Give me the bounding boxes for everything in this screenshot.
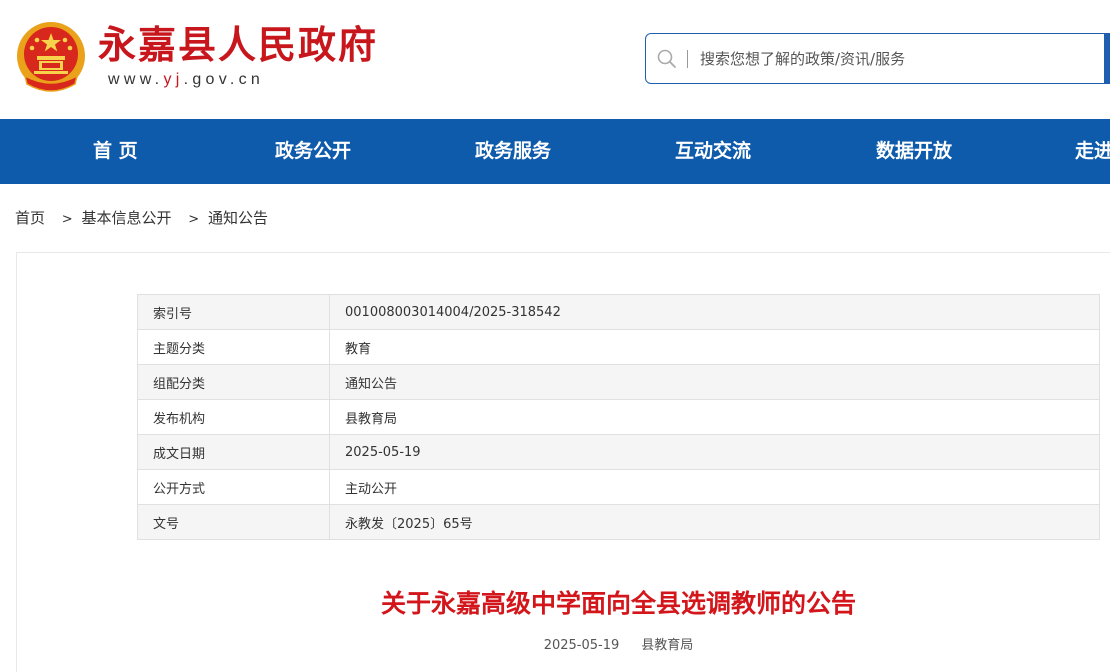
- search-button[interactable]: [1104, 33, 1110, 84]
- meta-value: 永教发〔2025〕65号: [329, 504, 1100, 540]
- site-url-highlight: yj: [163, 71, 184, 88]
- meta-value: 县教育局: [329, 399, 1100, 435]
- national-emblem-icon[interactable]: [15, 20, 87, 96]
- meta-key: 成文日期: [137, 434, 330, 470]
- meta-key: 索引号: [137, 294, 330, 330]
- site-url-suffix: .gov.cn: [183, 71, 265, 88]
- site-title[interactable]: 永嘉县人民政府: [98, 22, 378, 68]
- meta-key: 主题分类: [137, 329, 330, 365]
- table-row: 公开方式 主动公开: [137, 469, 1100, 505]
- table-row: 组配分类 通知公告: [137, 364, 1100, 400]
- table-row: 主题分类 教育: [137, 329, 1100, 365]
- nav-item-government-services[interactable]: 政务服务: [475, 119, 551, 184]
- table-row: 发布机构 县教育局: [137, 399, 1100, 435]
- breadcrumb-separator: >: [61, 212, 73, 227]
- site-url: www.yj.gov.cn: [108, 71, 264, 89]
- nav-item-explore[interactable]: 走进: [1075, 119, 1110, 184]
- site-header: 永嘉县人民政府 www.yj.gov.cn: [0, 0, 1110, 119]
- article-source: 县教育局: [641, 638, 694, 653]
- meta-value: 通知公告: [329, 364, 1100, 400]
- document-meta-table: 索引号 001008003014004/2025-318542 主题分类 教育 …: [137, 294, 1100, 540]
- meta-value: 001008003014004/2025-318542: [329, 294, 1100, 330]
- meta-key: 公开方式: [137, 469, 330, 505]
- nav-item-interaction[interactable]: 互动交流: [675, 119, 751, 184]
- meta-value: 主动公开: [329, 469, 1100, 505]
- breadcrumb: 首页 > 基本信息公开 > 通知公告: [15, 207, 268, 228]
- meta-key: 发布机构: [137, 399, 330, 435]
- article-title: 关于永嘉高级中学面向全县选调教师的公告: [380, 589, 856, 618]
- article-date: 2025-05-19: [543, 638, 620, 653]
- search-input[interactable]: [700, 46, 1090, 72]
- meta-value: 教育: [329, 329, 1100, 365]
- search-icon: [657, 49, 676, 68]
- table-row: 成文日期 2025-05-19: [137, 434, 1100, 470]
- breadcrumb-basic-info[interactable]: 基本信息公开: [81, 209, 171, 227]
- article-meta: 2025-05-19 县教育局: [137, 634, 1100, 653]
- breadcrumb-separator: >: [188, 212, 200, 227]
- meta-value: 2025-05-19: [329, 434, 1100, 470]
- nav-item-government-affairs[interactable]: 政务公开: [275, 119, 351, 184]
- breadcrumb-notices[interactable]: 通知公告: [208, 209, 268, 227]
- search-box: [645, 33, 1110, 84]
- main-nav: 首 页 政务公开 政务服务 互动交流 数据开放 走进: [0, 119, 1110, 184]
- table-row: 文号 永教发〔2025〕65号: [137, 504, 1100, 540]
- site-url-prefix: www.: [108, 71, 164, 88]
- breadcrumb-home[interactable]: 首页: [15, 209, 45, 227]
- meta-key: 文号: [137, 504, 330, 540]
- table-row: 索引号 001008003014004/2025-318542: [137, 294, 1100, 330]
- nav-item-home[interactable]: 首 页: [93, 119, 138, 184]
- meta-key: 组配分类: [137, 364, 330, 400]
- search-divider: [687, 50, 688, 68]
- nav-item-open-data[interactable]: 数据开放: [876, 119, 952, 184]
